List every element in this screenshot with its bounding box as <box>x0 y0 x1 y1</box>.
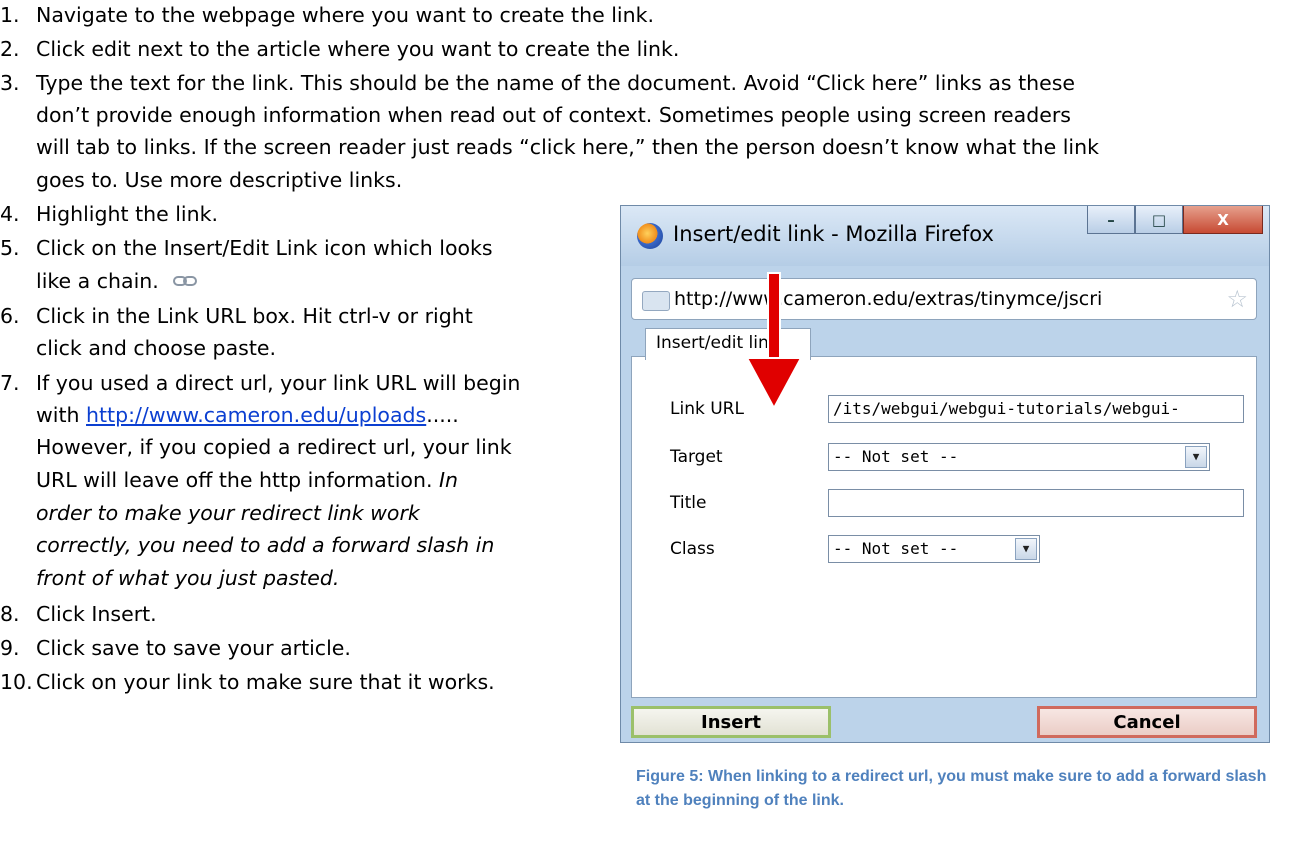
step-number: 3. <box>0 71 20 95</box>
step-text: Navigate to the webpage where you want t… <box>36 3 654 27</box>
step-number: 2. <box>0 37 20 61</box>
step-text: Click Insert. <box>36 602 157 626</box>
step-3-line-4: goes to. Use more descriptive links. <box>36 168 403 192</box>
step-text: Click in the Link URL box. Hit ctrl-v or… <box>36 304 473 328</box>
step-7-line-7: front of what you just pasted. <box>36 566 340 590</box>
step-number: 8. <box>0 602 20 626</box>
step-text: Click on the Insert/Edit Link icon which… <box>36 236 493 260</box>
step-text: If you used a direct url, your link URL … <box>36 371 521 395</box>
step-text: Click edit next to the article where you… <box>36 37 680 61</box>
step-5-line-2: like a chain. <box>36 268 198 294</box>
step-text: ..... <box>426 403 459 427</box>
figure-caption: Figure 5: When linking to a redirect url… <box>636 768 1267 809</box>
step-7-line-4: URL will leave off the http information.… <box>36 467 458 493</box>
step-7-line-6: correctly, you need to add a forward sla… <box>36 533 495 557</box>
step-3-line-3: will tab to links. If the screen reader … <box>36 135 1099 159</box>
insert-link-dialog-screenshot: Insert/edit link - Mozilla Firefox – □ X… <box>620 205 1270 743</box>
step-text: like a chain. <box>36 269 159 293</box>
step-number: 9. <box>0 636 20 660</box>
step-text: Click on your link to make sure that it … <box>36 670 495 694</box>
chain-link-icon <box>173 276 198 286</box>
step-number: 7. <box>0 371 20 395</box>
step-7-line-3: However, if you copied a redirect url, y… <box>36 435 512 459</box>
step-text: Type the text for the link. This should … <box>36 71 1076 95</box>
step-number: 1. <box>0 3 20 27</box>
step-6-line-2: click and choose paste. <box>36 336 276 360</box>
step-text: Click save to save your article. <box>36 636 351 660</box>
uploads-link[interactable]: http://www.cameron.edu/uploads <box>86 403 426 427</box>
step-italic-text: In <box>438 468 459 492</box>
step-7-line-2: with http://www.cameron.edu/uploads..... <box>36 402 459 428</box>
step-text: URL will leave off the http information. <box>36 468 439 492</box>
step-number: 4. <box>0 202 20 226</box>
red-arrow-annotation <box>745 272 803 411</box>
step-number: 10. <box>0 670 33 694</box>
step-3-line-2: don’t provide enough information when re… <box>36 103 1071 127</box>
step-number: 5. <box>0 236 20 260</box>
step-7-line-5: order to make your redirect link work <box>36 501 420 525</box>
step-text: Highlight the link. <box>36 202 218 226</box>
step-number: 6. <box>0 304 20 328</box>
step-text: with <box>36 403 87 427</box>
